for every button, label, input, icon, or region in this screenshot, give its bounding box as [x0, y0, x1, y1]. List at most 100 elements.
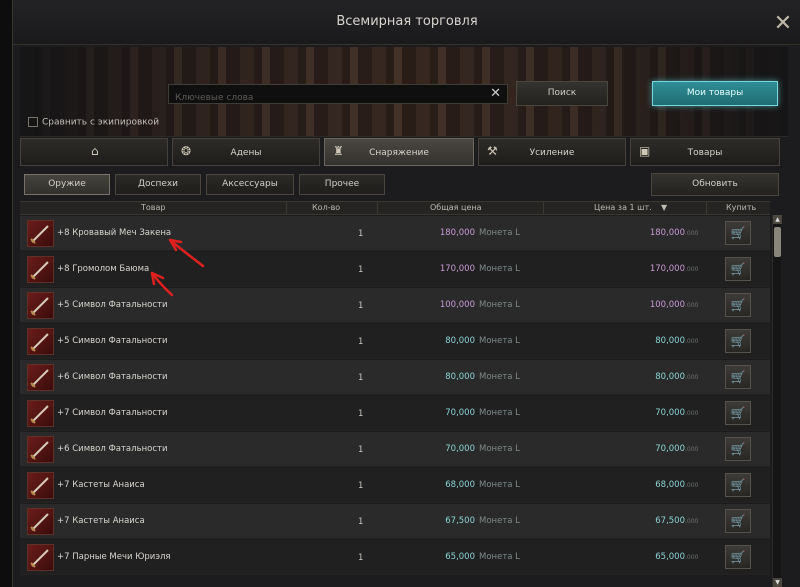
cart-icon: 🛒	[730, 298, 746, 312]
item-icon	[27, 328, 54, 355]
my-goods-button[interactable]: Мои товары	[652, 81, 778, 106]
cart-icon: 🛒	[730, 226, 746, 240]
item-name: +8 Кровавый Меч Закена	[57, 228, 172, 238]
table-row[interactable]: +5 Символ Фатальности 1 80,000 Монета L 80,0…	[20, 324, 770, 359]
col-total[interactable]: Общая цена	[430, 203, 482, 212]
total-price: 170,000	[439, 264, 475, 274]
item-name: +8 Громолом Баюма	[57, 264, 150, 274]
item-qty: 1	[358, 409, 364, 419]
currency-label: Монета L	[479, 300, 520, 310]
item-name: +7 Символ Фатальности	[57, 408, 168, 418]
search-input[interactable]	[169, 89, 469, 107]
unit-price-decimals: .000	[685, 410, 699, 417]
unit-price-decimals: .000	[685, 482, 699, 489]
buy-button[interactable]: 🛒	[725, 293, 751, 317]
item-qty: 1	[358, 373, 364, 383]
table-row[interactable]: +6 Символ Фатальности 1 70,000 Монета L 70,0…	[20, 432, 770, 467]
tab-enhance[interactable]: ⚒ Усиление	[478, 138, 626, 166]
item-qty: 1	[358, 445, 364, 455]
unit-price: 67,500	[655, 516, 685, 526]
buy-button[interactable]: 🛒	[725, 545, 751, 569]
buy-button[interactable]: 🛒	[725, 437, 751, 461]
cart-icon: 🛒	[730, 442, 746, 456]
table-row[interactable]: +7 Кастеты Анаиса 1 68,000 Монета L 68,000.0…	[20, 468, 770, 503]
scroll-down-icon[interactable]: ▼	[773, 578, 782, 587]
sort-desc-icon[interactable]: ▼	[661, 203, 667, 212]
cart-icon: 🛒	[730, 370, 746, 384]
scrollbar[interactable]: ▲ ▼	[772, 215, 782, 587]
item-icon	[27, 256, 54, 283]
cart-icon: 🛒	[730, 334, 746, 348]
compare-checkbox[interactable]: Сравнить с экипировкой	[28, 117, 159, 128]
tab-home[interactable]: ⌂	[20, 138, 168, 166]
table-row[interactable]: +7 Парные Мечи Юриэля 1 65,000 Монета L 65,0…	[20, 540, 770, 575]
scroll-thumb[interactable]	[774, 227, 781, 257]
item-name: +5 Символ Фатальности	[57, 300, 168, 310]
checkbox-icon[interactable]	[28, 117, 38, 127]
table-row[interactable]: +8 Громолом Баюма 1 170,000 Монета L 170,000…	[20, 252, 770, 287]
buy-button[interactable]: 🛒	[725, 473, 751, 497]
home-icon: ⌂	[91, 144, 99, 158]
table-row[interactable]: +8 Кровавый Меч Закена 1 180,000 Монета L 18…	[20, 216, 770, 251]
currency-label: Монета L	[479, 408, 520, 418]
col-unit-price[interactable]: Цена за 1 шт.	[594, 203, 652, 212]
close-icon[interactable]: ✕	[771, 12, 795, 36]
unit-price: 68,000	[655, 480, 685, 490]
total-price: 67,500	[445, 516, 475, 526]
buy-button[interactable]: 🛒	[725, 221, 751, 245]
subtab-accessories[interactable]: Аксессуары	[206, 174, 294, 195]
window-title: Всемирная торговля	[336, 14, 478, 29]
item-qty: 1	[358, 553, 364, 563]
total-price: 68,000	[445, 480, 475, 490]
subtab-weapons[interactable]: Оружие	[24, 174, 110, 195]
item-qty: 1	[358, 229, 364, 239]
buy-button[interactable]: 🛒	[725, 401, 751, 425]
currency-label: Монета L	[479, 372, 520, 382]
item-icon	[27, 472, 54, 499]
unit-price: 80,000	[655, 372, 685, 382]
subtab-other[interactable]: Прочее	[299, 174, 385, 195]
item-qty: 1	[358, 481, 364, 491]
cart-icon: 🛒	[730, 478, 746, 492]
item-icon	[27, 292, 54, 319]
total-price: 80,000	[445, 372, 475, 382]
listing-table: +8 Кровавый Меч Закена 1 180,000 Монета L 18…	[20, 216, 770, 587]
item-qty: 1	[358, 517, 364, 527]
scroll-up-icon[interactable]: ▲	[773, 215, 782, 224]
tab-adena[interactable]: ❂ Адены	[172, 138, 320, 166]
unit-price-decimals: .000	[685, 338, 699, 345]
clear-search-icon[interactable]: ✕	[490, 86, 501, 101]
refresh-button[interactable]: Обновить	[651, 173, 779, 196]
table-row[interactable]: +7 Кастеты Анаиса 1 67,500 Монета L 67,500.0…	[20, 504, 770, 539]
tab-equipment-label: Снаряжение	[369, 148, 429, 158]
unit-price: 80,000	[655, 336, 685, 346]
col-qty[interactable]: Кол-во	[312, 203, 340, 212]
table-header: Товар Кол-во Общая цена Цена за 1 шт. ▼ …	[20, 201, 770, 215]
tab-equipment[interactable]: ♜ Снаряжение	[324, 138, 474, 166]
tab-goods[interactable]: ▣ Товары	[630, 138, 780, 166]
item-qty: 1	[358, 301, 364, 311]
table-row[interactable]: +5 Символ Фатальности 1 100,000 Монета L 100…	[20, 288, 770, 323]
unit-price-decimals: .000	[685, 230, 699, 237]
item-icon	[27, 364, 54, 391]
table-row[interactable]: +7 Символ Фатальности 1 70,000 Монета L 70,0…	[20, 396, 770, 431]
buy-button[interactable]: 🛒	[725, 329, 751, 353]
table-row[interactable]: +6 Символ Фатальности 1 80,000 Монета L 80,0…	[20, 360, 770, 395]
item-icon	[27, 508, 54, 535]
item-qty: 1	[358, 337, 364, 347]
buy-button[interactable]: 🛒	[725, 365, 751, 389]
buy-button[interactable]: 🛒	[725, 257, 751, 281]
total-price: 80,000	[445, 336, 475, 346]
buy-button[interactable]: 🛒	[725, 509, 751, 533]
total-price: 180,000	[439, 228, 475, 238]
item-name: +5 Символ Фатальности	[57, 336, 168, 346]
tab-adena-label: Адены	[230, 148, 262, 158]
subtab-armor[interactable]: Доспехи	[115, 174, 201, 195]
cart-icon: 🛒	[730, 514, 746, 528]
unit-price-decimals: .000	[685, 518, 699, 525]
col-buy: Купить	[726, 203, 757, 212]
col-item[interactable]: Товар	[141, 203, 165, 212]
item-icon	[27, 220, 54, 247]
search-button[interactable]: Поиск	[516, 81, 608, 106]
unit-price: 70,000	[655, 408, 685, 418]
